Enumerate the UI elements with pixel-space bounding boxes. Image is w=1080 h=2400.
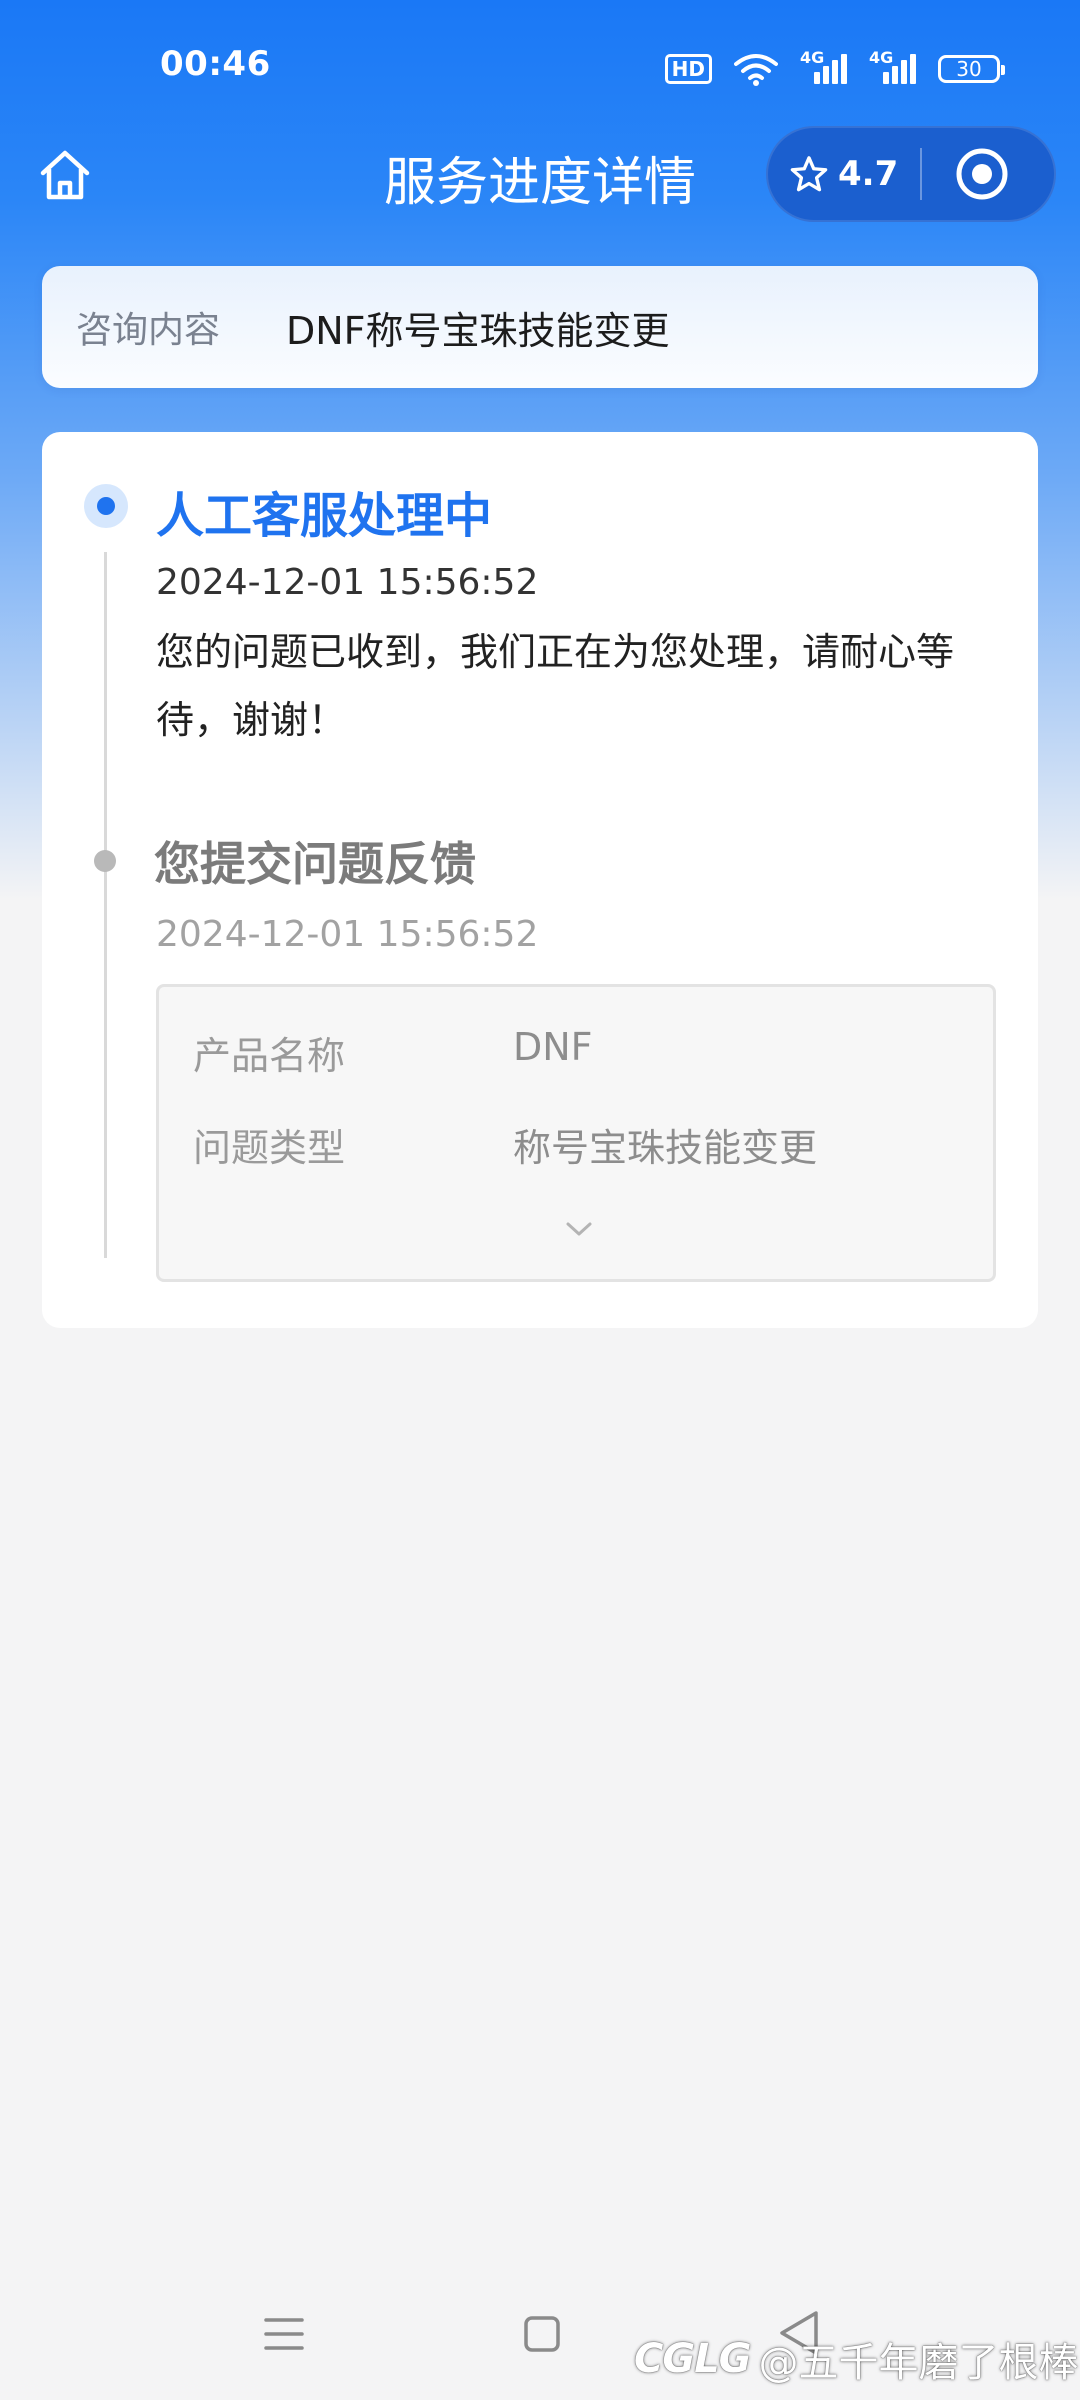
step-title-submitted: 您提交问题反馈 — [154, 837, 476, 891]
close-mini-program-button[interactable] — [922, 126, 1042, 222]
timeline-line — [104, 552, 107, 1258]
signal-icon-1: 4G — [800, 48, 847, 84]
status-time: 00:46 — [160, 44, 271, 84]
hd-icon: HD — [664, 54, 712, 84]
consult-card: 咨询内容 DNF称号宝珠技能变更 — [42, 266, 1038, 388]
detail-value-product: DNF — [513, 1025, 593, 1069]
battery-icon: 30 — [938, 55, 1005, 83]
step-message-processing: 您的问题已收到，我们正在为您处理，请耐心等待，谢谢！ — [156, 630, 955, 742]
expand-details-button[interactable] — [549, 1209, 609, 1249]
consult-label: 咨询内容 — [76, 310, 221, 351]
progress-card: 人工客服处理中 2024-12-01 15:56:52 您的问题已收到，我们正在… — [42, 432, 1038, 1328]
watermark: CGLG @五千年磨了根棒 — [634, 2330, 1079, 2388]
target-icon — [956, 148, 1008, 200]
detail-row-issue-type: 问题类型 称号宝珠技能变更 — [193, 1117, 817, 1172]
rating-value: 4.7 — [838, 154, 899, 194]
menu-icon — [264, 2318, 304, 2350]
consult-value: DNF称号宝珠技能变更 — [286, 308, 670, 353]
home-button[interactable] — [34, 144, 96, 206]
star-icon — [790, 156, 828, 192]
status-icons: HD 4G 4G 30 — [664, 48, 1005, 86]
watermark-logo: CGLG — [634, 2336, 752, 2382]
home-icon — [40, 150, 90, 200]
detail-value-issue-type: 称号宝珠技能变更 — [513, 1126, 818, 1170]
chevron-down-icon — [566, 1222, 592, 1236]
detail-label-product: 产品名称 — [193, 1034, 346, 1078]
nav-home-button[interactable] — [522, 2314, 562, 2354]
step-time-submitted: 2024-12-01 15:56:52 — [156, 914, 539, 955]
timeline-dot-active — [84, 484, 128, 528]
wifi-icon — [734, 54, 778, 86]
detail-row-product: 产品名称 DNF — [193, 1025, 593, 1080]
rating-button[interactable]: 4.7 — [766, 154, 910, 194]
watermark-text: @五千年磨了根棒 — [758, 2340, 1079, 2386]
step-time-processing: 2024-12-01 15:56:52 — [156, 562, 539, 603]
square-icon — [524, 2316, 560, 2352]
nav-recents-button[interactable] — [262, 2314, 306, 2354]
feedback-details-box: 产品名称 DNF 问题类型 称号宝珠技能变更 — [156, 984, 996, 1282]
detail-label-issue-type: 问题类型 — [193, 1126, 346, 1170]
signal-icon-2: 4G — [869, 48, 916, 84]
step-title-processing: 人工客服处理中 — [156, 488, 493, 544]
timeline-dot-inactive — [94, 850, 116, 872]
mini-program-capsule: 4.7 — [766, 126, 1056, 222]
